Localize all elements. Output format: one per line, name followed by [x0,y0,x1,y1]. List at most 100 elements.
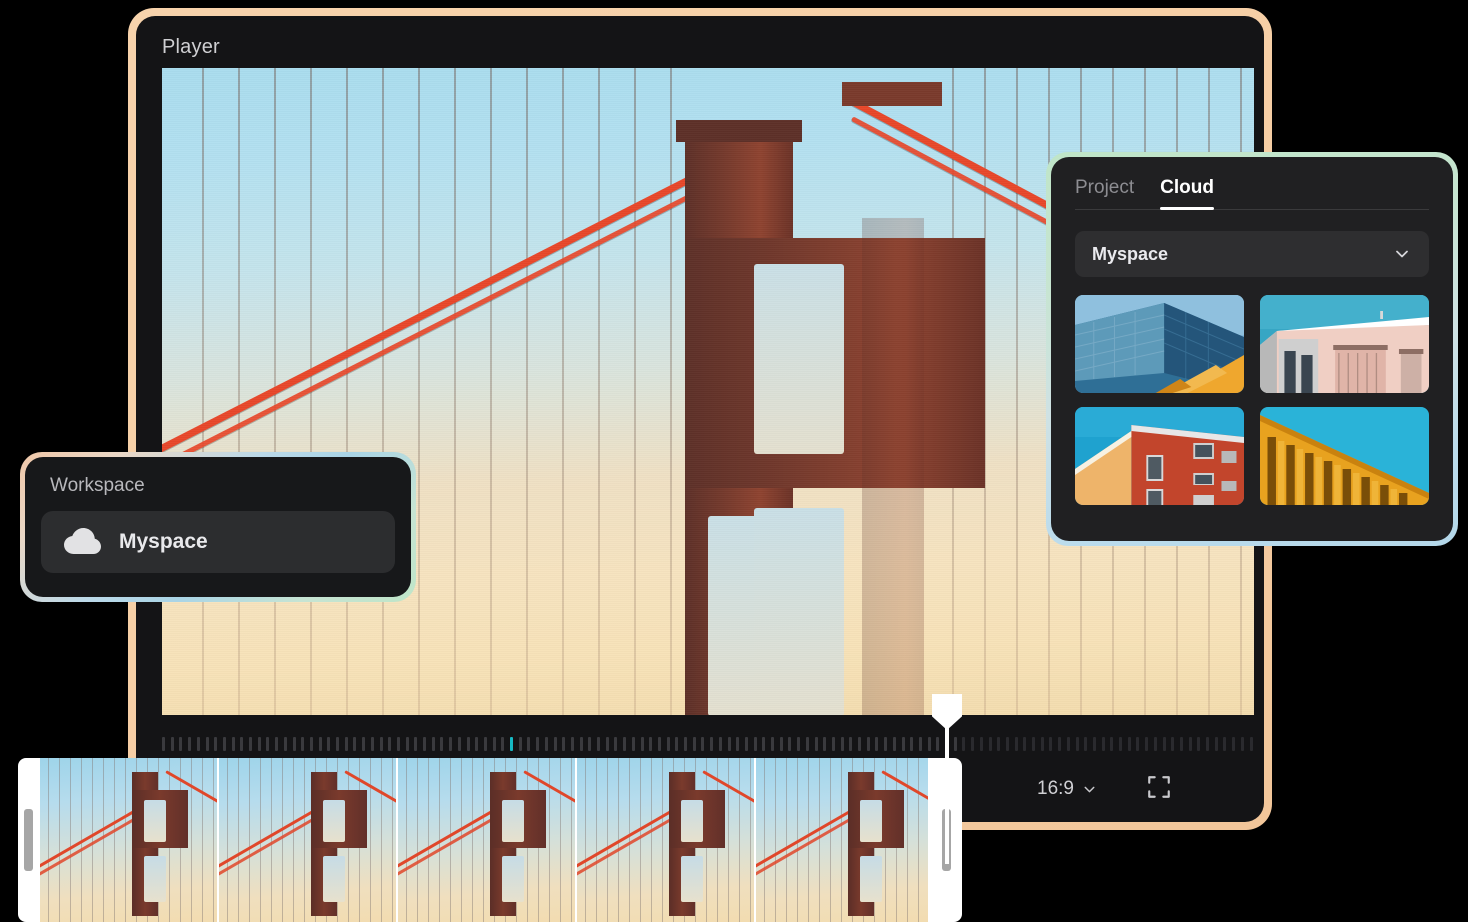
ruler-tick [666,737,670,751]
ruler-tick [414,737,418,751]
trim-handle-left[interactable] [24,809,33,871]
filmstrip-window-upper [860,800,882,842]
filmstrip-window-upper [323,800,345,842]
filmstrip-window-lower [860,856,882,902]
ruler-tick [1179,737,1183,751]
filmstrip-cable [571,758,572,922]
timeline-clip[interactable] [18,758,962,922]
ruler-tick [788,737,792,751]
asset-thumb-white-pink-modern-facade[interactable] [1260,295,1429,393]
filmstrip-cable [70,758,71,922]
ruler-tick [675,737,679,751]
filmstrip-cable [549,758,550,922]
ruler-tick [475,737,479,751]
ruler-tick [892,737,896,751]
filmstrip-window-lower [144,856,166,902]
ruler-tick [736,737,740,751]
ruler-tick [527,737,531,751]
ruler-tick [640,737,644,751]
asset-thumb-yellow-colonnade-building[interactable] [1260,407,1429,505]
ruler-tick [336,737,339,751]
ruler-tick [170,737,174,751]
filmstrip-cable [370,758,371,922]
ruler-tick [179,737,183,751]
ruler-tick [362,737,366,751]
ruler-tick [379,737,383,751]
fullscreen-button[interactable] [1146,774,1172,800]
ruler-tick [971,737,975,751]
ruler-tick [979,737,983,751]
ruler-tick [936,737,940,751]
aspect-ratio-selector[interactable]: 16:9 [1037,778,1098,800]
ruler-tick [301,737,305,751]
trim-handle-right[interactable] [942,809,951,871]
filmstrip-cable [293,758,294,922]
ruler-tick [327,737,331,751]
ruler-tick [657,737,661,751]
filmstrip-cable [191,758,192,922]
filmstrip-cable [585,758,586,922]
ruler-tick [945,737,948,751]
ruler-tick [1171,737,1175,751]
ruler-tick [283,737,287,751]
filmstrip-cable [406,758,407,922]
ruler-tick [1153,737,1157,751]
ruler-tick [431,737,435,751]
workspace-item-label: Myspace [119,530,208,553]
ruler-tick [570,737,574,751]
filmstrip-cable [114,758,115,922]
filmstrip-window-upper [144,800,166,842]
filmstrip-cable [775,758,776,922]
filmstrip-cable [428,758,429,922]
ruler-tick [727,737,731,751]
ruler-tick [214,737,218,751]
chevron-down-icon [1081,781,1098,798]
ruler-tick [1197,737,1201,751]
filmstrip-cable [819,758,820,922]
workspace-select[interactable]: Myspace [1075,231,1429,277]
ruler-tick [901,737,905,751]
ruler-tick [222,737,226,751]
asset-thumb-red-orange-apartment-corner[interactable] [1075,407,1244,505]
ruler-tick [962,737,966,751]
filmstrip-cable [841,758,842,922]
filmstrip-cable [651,758,652,922]
filmstrip-cable [227,758,228,922]
ruler-tick [771,737,774,751]
timeline-ruler[interactable] [162,731,1254,757]
ruler-tick [1206,737,1209,751]
ruler-tick [1058,737,1062,751]
ruler-tick [744,737,748,751]
ruler-tick [718,737,722,751]
ruler-tick [466,737,470,751]
ruler-tick [344,737,348,751]
ruler-tick [814,737,818,751]
filmstrip-cable [918,758,919,922]
filmstrip-cable [381,758,382,922]
tab-project[interactable]: Project [1075,177,1134,210]
ruler-tick [1005,737,1009,751]
filmstrip-cable [750,758,751,922]
ruler-tick [631,737,635,751]
workspace-item-myspace[interactable]: Myspace [41,511,395,573]
asset-thumb-blue-glass-office-building[interactable] [1075,295,1244,393]
workspace-select-value: Myspace [1092,243,1169,264]
ruler-tick [988,737,992,751]
ruler-tick [483,737,487,751]
ruler-tick [240,737,244,751]
filmstrip-frame [398,758,577,922]
ruler-tick [536,737,540,751]
ruler-tick [918,737,922,751]
filmstrip-frame [219,758,398,922]
filmstrip-cable [830,758,831,922]
filmstrip-cable [728,758,729,922]
ruler-tick [1084,737,1088,751]
ruler-tick [353,737,357,751]
filmstrip-cable [472,758,473,922]
ruler-tick [405,737,409,751]
cloud-panel-body: Project Cloud Myspace [1051,157,1453,541]
ruler-tick [910,737,914,751]
tab-cloud[interactable]: Cloud [1160,177,1214,210]
ruler-tick [492,737,496,751]
ruler-tick [1188,737,1192,751]
